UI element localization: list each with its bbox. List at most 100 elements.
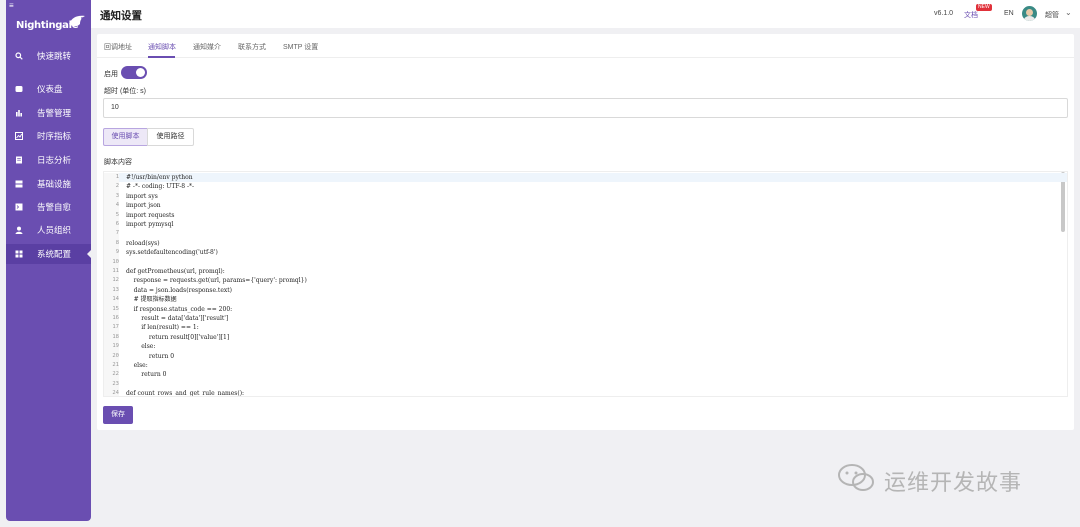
line-number: 18 <box>104 332 119 343</box>
chevron-down-icon[interactable]: ⌄ <box>1065 8 1072 17</box>
tab-notify-script[interactable]: 通知脚本 <box>148 42 176 52</box>
sidebar-item-dashboard[interactable]: 仪表盘 <box>6 79 91 99</box>
code-line: 6 import pymysql <box>104 220 1067 230</box>
save-button[interactable]: 保存 <box>103 406 133 424</box>
line-number: 5 <box>104 210 119 220</box>
code-line: 17 if len(result) == 1: <box>104 323 1067 333</box>
code-line: 11 def getPrometheus(url, promql): <box>104 267 1067 277</box>
sidebar-item-label: 系统配置 <box>37 249 72 259</box>
code-line: 5 import requests <box>104 210 1067 220</box>
active-indicator <box>87 249 92 259</box>
line-number: 8 <box>104 238 119 249</box>
code-line: 18 return result[0]['value'][1] <box>104 332 1067 343</box>
username[interactable]: 超管 <box>1045 10 1059 20</box>
line-number: 14 <box>104 295 119 305</box>
header: 通知设置 v6.1.0 文档 NEW EN 超管 ⌄ <box>91 0 1080 28</box>
line-number: 1 <box>104 173 119 183</box>
tab-bar: 回调地址 通知脚本 通知媒介 联系方式 SMTP 设置 <box>97 34 1074 58</box>
sidebar-item-log[interactable]: 日志分析 <box>6 150 91 170</box>
version-label: v6.1.0 <box>934 10 954 17</box>
docs-link[interactable]: 文档 <box>964 10 978 20</box>
line-number: 17 <box>104 323 119 333</box>
line-number: 4 <box>104 201 119 211</box>
code-text: return result[0]['value'][1] <box>126 333 230 341</box>
sidebar-item-terminal[interactable]: 告警自愈 <box>6 197 91 217</box>
code-line: 10 <box>104 257 1067 267</box>
tab-notify-channel[interactable]: 通知媒介 <box>193 42 221 52</box>
code-text: else: <box>126 362 148 369</box>
code-line: 8 reload(sys) <box>104 238 1067 249</box>
use-path-button[interactable]: 使用路径 <box>147 128 194 146</box>
page-title: 通知设置 <box>100 10 142 22</box>
line-number: 13 <box>104 285 119 296</box>
watermark-text: 运维开发故事 <box>884 471 1023 496</box>
code-text: reload(sys) <box>126 239 160 247</box>
sidebar-item-label: 快速跳转 <box>37 51 72 61</box>
sidebar-item-search[interactable]: 快速跳转 <box>6 46 91 66</box>
code-line: 14 # 提取指标数据 <box>104 295 1067 305</box>
code-line: 4 import json <box>104 201 1067 211</box>
sidebar-item-label: 人员组织 <box>37 225 72 235</box>
code-text: return 0 <box>126 352 175 360</box>
server-icon <box>15 180 23 188</box>
code-text: result = data['data']['result'] <box>126 315 229 322</box>
code-text: import json <box>126 202 161 210</box>
use-script-button[interactable]: 使用脚本 <box>103 128 148 146</box>
code-line: 15 if response.status_code == 200: <box>104 304 1067 314</box>
sidebar-item-server[interactable]: 基础设施 <box>6 174 91 194</box>
sidebar-item-label: 日志分析 <box>37 155 72 165</box>
line-number: 11 <box>104 267 119 277</box>
sidebar-item-label: 基础设施 <box>37 179 72 189</box>
sidebar: ≡ Nightingale 快速跳转仪表盘告警管理时序指标日志分析基础设施告警自… <box>6 0 92 521</box>
sidebar-item-label: 仪表盘 <box>37 84 63 94</box>
enable-toggle[interactable] <box>121 66 147 79</box>
dashboard-icon <box>15 85 23 93</box>
line-number: 22 <box>104 370 119 380</box>
code-line: 9 sys.setdefaultencoding('utf-8') <box>104 248 1067 258</box>
tab-smtp[interactable]: SMTP 设置 <box>283 42 318 52</box>
language-switch[interactable]: EN <box>1004 10 1014 17</box>
wechat-icon <box>838 464 874 491</box>
tab-contact[interactable]: 联系方式 <box>238 42 266 52</box>
code-text: import pymysql <box>126 221 174 228</box>
script-editor[interactable]: 1 #!/usr/bin/env python 2 # -*- coding: UTF… <box>103 171 1068 397</box>
grid-icon <box>15 250 23 258</box>
timeout-label: 超时 (单位: s) <box>104 88 146 95</box>
sidebar-item-alert[interactable]: 告警管理 <box>6 103 91 123</box>
line-number: 12 <box>104 276 119 286</box>
sidebar-item-grid[interactable]: 系统配置 <box>6 244 92 264</box>
new-badge: NEW <box>976 4 992 11</box>
code-text: sys.setdefaultencoding('utf-8') <box>126 249 218 257</box>
code-line: 1 #!/usr/bin/env python <box>104 173 1067 183</box>
line-number: 6 <box>104 220 119 230</box>
tab-callback[interactable]: 回调地址 <box>104 42 132 52</box>
sidebar-item-user[interactable]: 人员组织 <box>6 220 91 240</box>
line-number: 3 <box>104 191 119 202</box>
line-number: 20 <box>104 351 119 361</box>
logo: Nightingale <box>16 14 86 34</box>
code-text: import requests <box>126 211 175 219</box>
avatar[interactable] <box>1022 6 1037 21</box>
line-number: 21 <box>104 361 119 371</box>
code-line: 19 else: <box>104 342 1067 352</box>
sidebar-item-chart[interactable]: 时序指标 <box>6 126 91 146</box>
code-text: # 提取指标数据 <box>126 296 177 304</box>
code-line: 24 def count_rows_and_get_rule_names(): <box>104 389 1067 396</box>
timeout-input[interactable]: 10 <box>103 98 1068 118</box>
sidebar-item-label: 告警管理 <box>37 108 72 118</box>
code-line: 22 return 0 <box>104 370 1067 380</box>
sidebar-item-label: 时序指标 <box>37 131 72 141</box>
code-line: 7 <box>104 229 1067 239</box>
chart-icon <box>15 132 23 140</box>
menu-toggle-icon[interactable]: ≡ <box>9 2 19 10</box>
sidebar-item-label: 告警自愈 <box>37 202 72 212</box>
watermark: 运维开发故事 <box>836 462 1046 496</box>
code-line: 12 response = requests.get(url, params={… <box>104 276 1067 286</box>
code-line: 13 data = json.loads(response.text) <box>104 285 1067 296</box>
code-line: 16 result = data['data']['result'] <box>104 314 1067 324</box>
code-text: response = requests.get(url, params={'qu… <box>126 277 307 285</box>
code-line: 3 import sys <box>104 191 1067 202</box>
code-line: 2 # -*- coding: UTF-8 -*- <box>104 182 1067 192</box>
line-number: 23 <box>104 379 119 390</box>
